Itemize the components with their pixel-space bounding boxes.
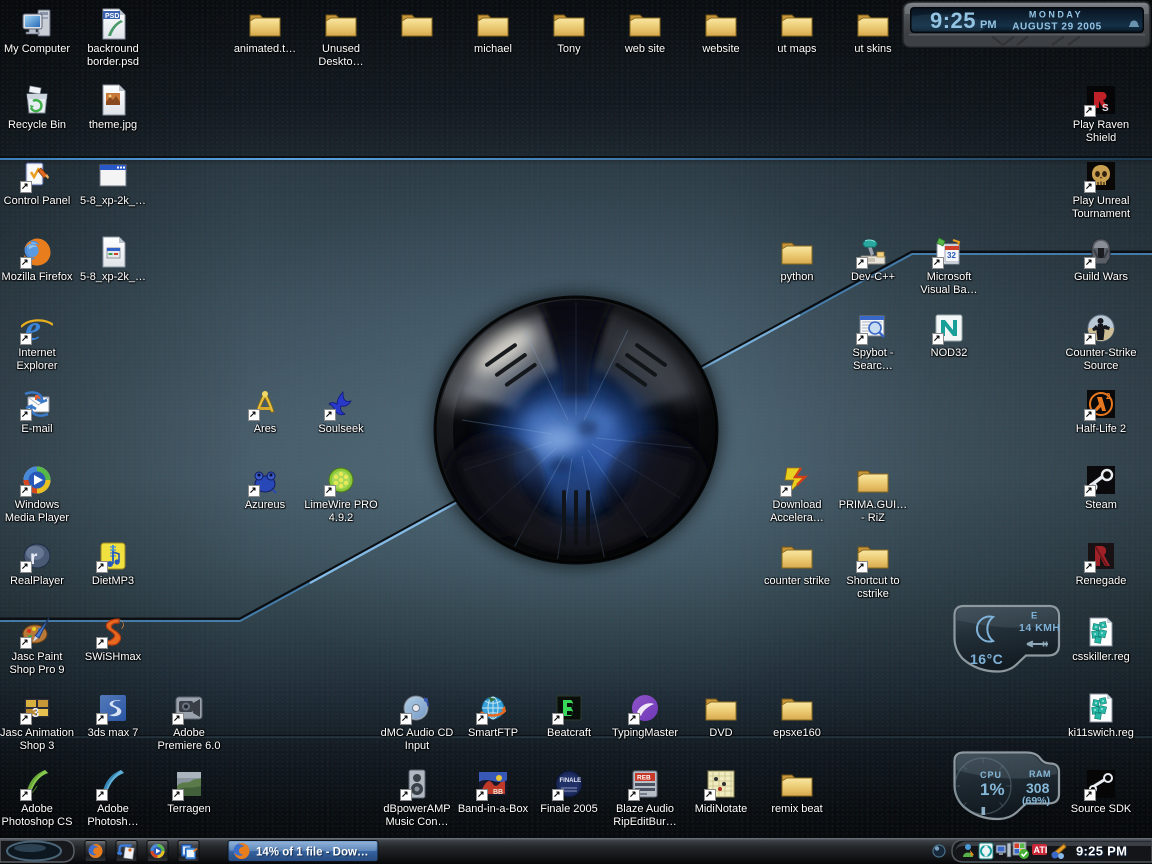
- svg-text:14 KMH: 14 KMH: [1019, 622, 1061, 634]
- svg-text:FINALE: FINALE: [560, 778, 582, 784]
- svg-text:RAM: RAM: [1029, 769, 1051, 779]
- svg-text:3: 3: [32, 705, 39, 720]
- svg-text:CPU: CPU: [980, 770, 1002, 780]
- svg-text:9:25: 9:25: [930, 8, 976, 33]
- svg-text:r: r: [30, 548, 38, 569]
- svg-text:(69%): (69%): [1022, 795, 1050, 807]
- svg-text:9:25 PM: 9:25 PM: [1076, 844, 1127, 859]
- svg-text:PM: PM: [980, 19, 997, 31]
- svg-text:32: 32: [947, 251, 956, 260]
- svg-text:REB: REB: [637, 775, 651, 782]
- svg-text:1%: 1%: [980, 780, 1005, 799]
- svg-text:308: 308: [1026, 780, 1050, 796]
- svg-text:MONDAY: MONDAY: [1029, 10, 1083, 20]
- svg-text:AUGUST 29 2005: AUGUST 29 2005: [1012, 22, 1102, 33]
- svg-text:BB: BB: [493, 789, 503, 796]
- svg-text:E: E: [1031, 611, 1037, 622]
- svg-text:PSD: PSD: [105, 13, 119, 20]
- svg-text:S: S: [1102, 103, 1109, 114]
- svg-text:2: 2: [1106, 392, 1111, 401]
- svg-text:16°C: 16°C: [970, 651, 1003, 667]
- svg-text:14% of 1 file - Dow…: 14% of 1 file - Dow…: [256, 847, 368, 859]
- svg-text:ATI: ATI: [1034, 845, 1048, 855]
